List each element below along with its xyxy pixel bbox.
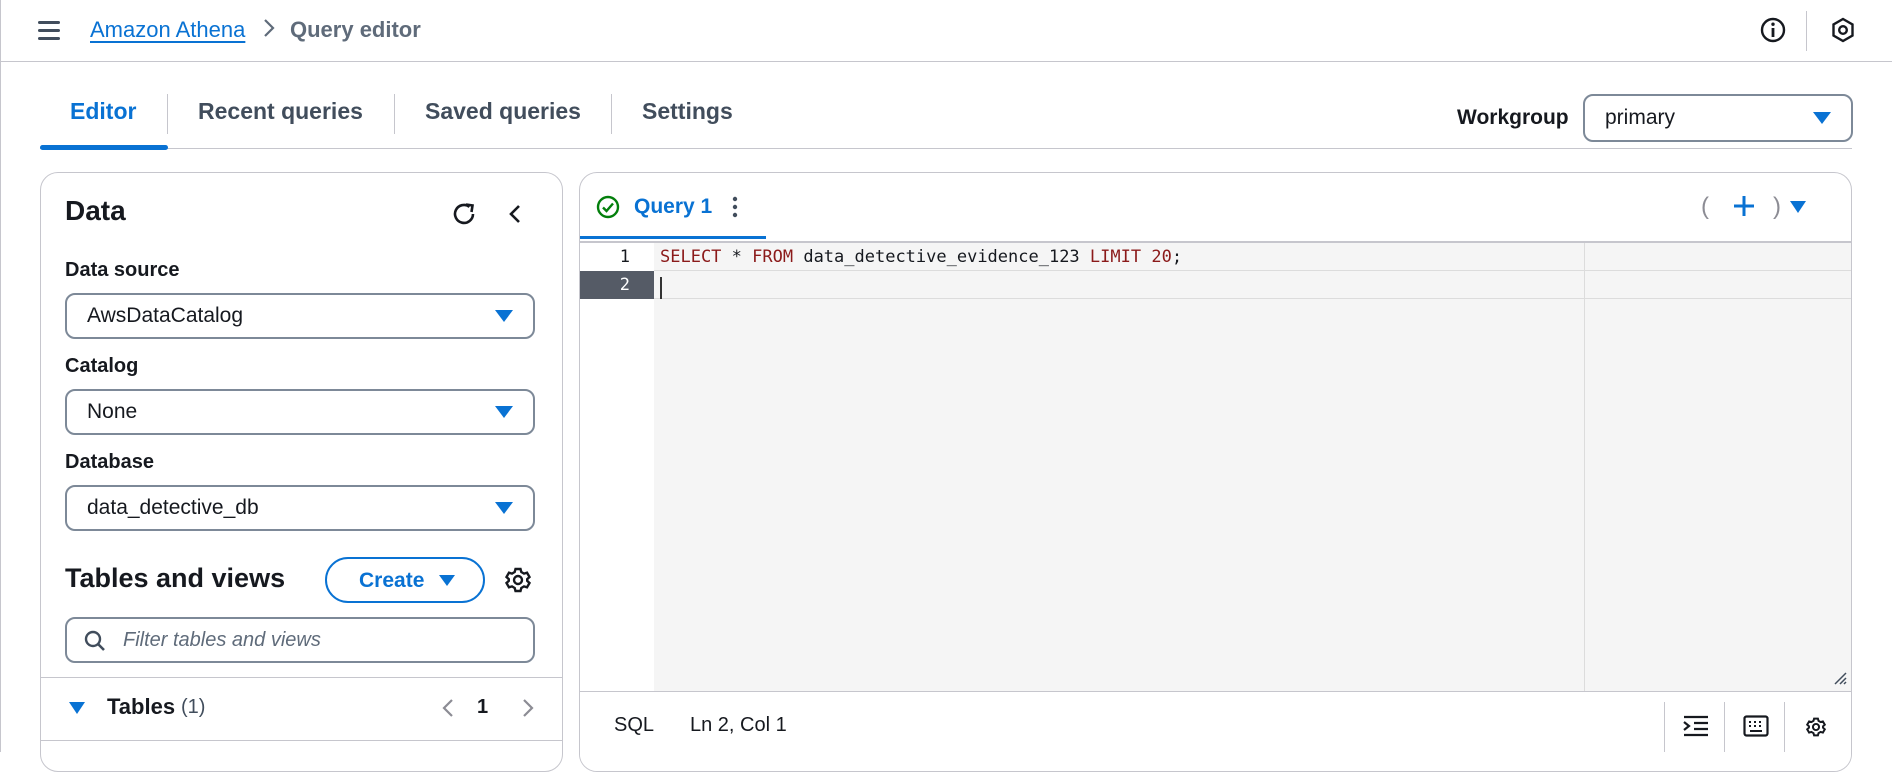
gear-icon[interactable] [501, 563, 535, 597]
code-keyword: FROM [752, 247, 794, 267]
tables-label[interactable]: Tables [107, 694, 175, 720]
menu-icon[interactable] [38, 20, 62, 40]
breadcrumb-current: Query editor [290, 17, 421, 42]
text-cursor [660, 277, 662, 299]
language-indicator: SQL [614, 714, 655, 736]
code-number: 20 [1151, 247, 1172, 267]
success-check-icon [596, 195, 620, 219]
create-button[interactable]: Create [325, 557, 485, 603]
sql-code-editor[interactable]: 1 2 SELECT * FROM data_detective_evidenc… [580, 241, 1851, 693]
current-page-number[interactable]: 1 [477, 696, 488, 719]
page-edge [0, 0, 5, 752]
code-text: * [721, 247, 753, 267]
catalog-label: Catalog [65, 355, 139, 377]
tab-scroll-left[interactable]: ( [1701, 193, 1709, 221]
query-editor-panel: Query 1 ( ) 1 2 SELECT * FROM data_detec… [579, 172, 1852, 772]
data-panel-title: Data [65, 195, 126, 226]
cursor-position: Ln 2, Col 1 [690, 714, 787, 736]
caret-down-icon [495, 310, 513, 322]
format-query-button[interactable] [1664, 702, 1725, 752]
caret-down-icon [439, 575, 455, 586]
catalog-select[interactable]: None [65, 389, 535, 435]
tables-and-views-title: Tables and views [65, 563, 286, 593]
gear-icon [1805, 717, 1827, 737]
add-query-tab-icon[interactable] [1731, 193, 1757, 219]
query-tab[interactable]: Query 1 [580, 173, 766, 239]
tab-scroll-right[interactable]: ) [1773, 193, 1781, 221]
tables-section-header: Tables (1) 1 [41, 677, 562, 741]
code-text: ; [1171, 247, 1183, 267]
caret-down-icon [1813, 112, 1831, 124]
editor-preferences-button[interactable] [1784, 702, 1845, 752]
info-icon[interactable] [1758, 15, 1788, 45]
collapse-panel-icon[interactable] [499, 197, 533, 231]
data-source-value: AwsDataCatalog [87, 304, 244, 327]
chevron-right-icon [264, 19, 275, 37]
previous-page-icon[interactable] [437, 696, 459, 720]
print-margin [1584, 243, 1585, 693]
indent-icon [1683, 715, 1708, 737]
top-bar-divider [1806, 11, 1807, 51]
next-page-icon[interactable] [517, 696, 539, 720]
more-actions-icon[interactable] [730, 195, 740, 219]
line-number-active: 2 [580, 271, 654, 299]
code-line: SELECT * FROM data_detective_evidence_12… [660, 243, 1182, 271]
resize-handle-icon[interactable] [1831, 669, 1847, 685]
search-icon [84, 630, 105, 651]
caret-down-icon[interactable] [69, 702, 85, 714]
caret-down-icon[interactable] [1790, 201, 1806, 213]
catalog-value: None [87, 400, 138, 423]
database-select[interactable]: data_detective_db [65, 485, 535, 531]
code-keyword: LIMIT [1089, 247, 1142, 267]
database-label: Database [65, 451, 154, 473]
tab-saved-queries[interactable]: Saved queries [395, 88, 611, 148]
cloudshell-settings-icon[interactable] [1828, 15, 1858, 45]
refresh-icon[interactable] [447, 197, 481, 231]
tables-count: (1) [181, 696, 206, 718]
line-number-gutter: 1 2 [580, 243, 654, 693]
query-tab-name: Query 1 [634, 195, 713, 218]
data-panel: Data Data source AwsDataCatalog Catalog … [40, 172, 563, 772]
tab-editor[interactable]: Editor [40, 88, 168, 150]
create-button-label: Create [359, 569, 425, 592]
caret-down-icon [495, 406, 513, 418]
workgroup-select[interactable]: primary [1583, 94, 1853, 142]
tab-recent-queries[interactable]: Recent queries [168, 88, 393, 148]
keyboard-shortcuts-button[interactable] [1724, 702, 1785, 752]
code-text: data_detective_evidence_123 [793, 247, 1090, 267]
editor-status-bar: SQL Ln 2, Col 1 [580, 691, 1851, 771]
breadcrumb-amazon-athena[interactable]: Amazon Athena [90, 17, 245, 43]
filter-placeholder: Filter tables and views [123, 629, 321, 651]
data-source-select[interactable]: AwsDataCatalog [65, 293, 535, 339]
editor-tabs: Editor Recent queries Saved queries Sett… [40, 88, 1852, 150]
filter-tables-input[interactable]: Filter tables and views [65, 617, 535, 663]
workgroup-label: Workgroup [1457, 106, 1569, 129]
data-source-label: Data source [65, 259, 180, 281]
code-row-active [654, 271, 1851, 299]
top-navigation-bar: Amazon Athena Query editor [0, 0, 1892, 62]
code-keyword: SELECT [660, 247, 722, 267]
keyboard-icon [1743, 715, 1769, 737]
workgroup-value: primary [1605, 106, 1676, 129]
line-number: 1 [619, 247, 630, 267]
database-value: data_detective_db [87, 496, 259, 519]
tab-settings[interactable]: Settings [612, 88, 763, 148]
caret-down-icon [495, 502, 513, 514]
